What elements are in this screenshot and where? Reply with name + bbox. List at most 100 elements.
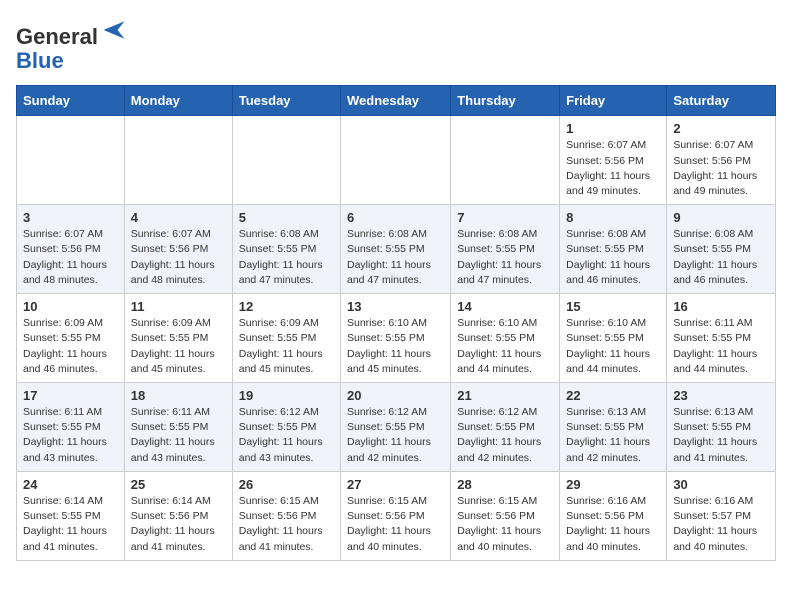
calendar-cell: 20Sunrise: 6:12 AM Sunset: 5:55 PM Dayli… — [341, 383, 451, 472]
calendar-cell: 28Sunrise: 6:15 AM Sunset: 5:56 PM Dayli… — [451, 471, 560, 560]
day-number: 14 — [457, 299, 553, 314]
calendar-week-row: 3 Sunrise: 6:07 AM Sunset: 5:56 PM Daylig… — [17, 205, 776, 294]
calendar-cell: 10 Sunrise: 6:09 AM Sunset: 5:55 PM Dayli… — [17, 294, 125, 383]
calendar-cell: 21 Sunrise: 6:12 AM Sunset: 5:55 PM Dayli… — [451, 383, 560, 472]
calendar-cell: 14 Sunrise: 6:10 AM Sunset: 5:55 PM Dayli… — [451, 294, 560, 383]
cell-sun-info: Sunrise: 6:07 AM Sunset: 5:56 PM Dayligh… — [131, 227, 226, 288]
day-number: 20 — [347, 388, 444, 403]
calendar-cell: 11Sunrise: 6:09 AM Sunset: 5:55 PM Dayli… — [124, 294, 232, 383]
cell-sun-info: Sunrise: 6:14 AM Sunset: 5:55 PM Dayligh… — [23, 494, 118, 555]
cell-sun-info: Sunrise: 6:07 AM Sunset: 5:56 PM Dayligh… — [23, 227, 118, 288]
calendar-cell: 16 Sunrise: 6:11 AM Sunset: 5:55 PM Dayli… — [667, 294, 776, 383]
calendar-cell: 9 Sunrise: 6:08 AM Sunset: 5:55 PM Daylig… — [667, 205, 776, 294]
calendar-table: SundayMondayTuesdayWednesdayThursdayFrid… — [16, 85, 776, 560]
logo-text: General Blue — [16, 16, 128, 73]
cell-sun-info: Sunrise: 6:15 AM Sunset: 5:56 PM Dayligh… — [457, 494, 553, 555]
day-number: 17 — [23, 388, 118, 403]
calendar-cell: 15 Sunrise: 6:10 AM Sunset: 5:55 PM Dayli… — [560, 294, 667, 383]
calendar-cell: 17 Sunrise: 6:11 AM Sunset: 5:55 PM Dayli… — [17, 383, 125, 472]
cell-sun-info: Sunrise: 6:11 AM Sunset: 5:55 PM Dayligh… — [131, 405, 226, 466]
calendar-cell: 24 Sunrise: 6:14 AM Sunset: 5:55 PM Dayli… — [17, 471, 125, 560]
day-number: 4 — [131, 210, 226, 225]
cell-sun-info: Sunrise: 6:16 AM Sunset: 5:57 PM Dayligh… — [673, 494, 769, 555]
calendar-cell: 23 Sunrise: 6:13 AM Sunset: 5:55 PM Dayli… — [667, 383, 776, 472]
calendar-cell: 30 Sunrise: 6:16 AM Sunset: 5:57 PM Dayli… — [667, 471, 776, 560]
day-number: 18 — [131, 388, 226, 403]
day-number: 12 — [239, 299, 334, 314]
calendar-cell: 6 Sunrise: 6:08 AM Sunset: 5:55 PM Daylig… — [341, 205, 451, 294]
day-number: 6 — [347, 210, 444, 225]
cell-sun-info: Sunrise: 6:16 AM Sunset: 5:56 PM Dayligh… — [566, 494, 660, 555]
calendar-cell: 8 Sunrise: 6:08 AM Sunset: 5:55 PM Daylig… — [560, 205, 667, 294]
calendar-cell: 1 Sunrise: 6:07 AM Sunset: 5:56 PM Daylig… — [560, 116, 667, 205]
weekday-header-tuesday: Tuesday — [232, 86, 340, 116]
calendar-week-row: 24 Sunrise: 6:14 AM Sunset: 5:55 PM Dayli… — [17, 471, 776, 560]
cell-sun-info: Sunrise: 6:14 AM Sunset: 5:56 PM Dayligh… — [131, 494, 226, 555]
calendar-cell: 26 Sunrise: 6:15 AM Sunset: 5:56 PM Dayli… — [232, 471, 340, 560]
cell-sun-info: Sunrise: 6:10 AM Sunset: 5:55 PM Dayligh… — [347, 316, 444, 377]
cell-sun-info: Sunrise: 6:10 AM Sunset: 5:55 PM Dayligh… — [457, 316, 553, 377]
calendar-cell: 12Sunrise: 6:09 AM Sunset: 5:55 PM Dayli… — [232, 294, 340, 383]
cell-sun-info: Sunrise: 6:12 AM Sunset: 5:55 PM Dayligh… — [457, 405, 553, 466]
weekday-header-row: SundayMondayTuesdayWednesdayThursdayFrid… — [17, 86, 776, 116]
cell-sun-info: Sunrise: 6:12 AM Sunset: 5:55 PM Dayligh… — [239, 405, 334, 466]
cell-sun-info: Sunrise: 6:09 AM Sunset: 5:55 PM Dayligh… — [131, 316, 226, 377]
calendar-cell — [341, 116, 451, 205]
day-number: 2 — [673, 121, 769, 136]
day-number: 26 — [239, 477, 334, 492]
calendar-cell: 2 Sunrise: 6:07 AM Sunset: 5:56 PM Daylig… — [667, 116, 776, 205]
cell-sun-info: Sunrise: 6:07 AM Sunset: 5:56 PM Dayligh… — [673, 138, 769, 199]
day-number: 25 — [131, 477, 226, 492]
calendar-cell: 13 Sunrise: 6:10 AM Sunset: 5:55 PM Dayli… — [341, 294, 451, 383]
day-number: 21 — [457, 388, 553, 403]
day-number: 13 — [347, 299, 444, 314]
calendar-week-row: 1 Sunrise: 6:07 AM Sunset: 5:56 PM Daylig… — [17, 116, 776, 205]
weekday-header-friday: Friday — [560, 86, 667, 116]
cell-sun-info: Sunrise: 6:15 AM Sunset: 5:56 PM Dayligh… — [239, 494, 334, 555]
weekday-header-saturday: Saturday — [667, 86, 776, 116]
logo: General Blue — [16, 16, 128, 73]
day-number: 10 — [23, 299, 118, 314]
day-number: 9 — [673, 210, 769, 225]
weekday-header-thursday: Thursday — [451, 86, 560, 116]
cell-sun-info: Sunrise: 6:08 AM Sunset: 5:55 PM Dayligh… — [347, 227, 444, 288]
logo-bird-icon — [100, 16, 128, 44]
day-number: 3 — [23, 210, 118, 225]
calendar-week-row: 17 Sunrise: 6:11 AM Sunset: 5:55 PM Dayli… — [17, 383, 776, 472]
calendar-cell: 4 Sunrise: 6:07 AM Sunset: 5:56 PM Daylig… — [124, 205, 232, 294]
day-number: 27 — [347, 477, 444, 492]
calendar-cell: 29 Sunrise: 6:16 AM Sunset: 5:56 PM Dayli… — [560, 471, 667, 560]
day-number: 15 — [566, 299, 660, 314]
day-number: 22 — [566, 388, 660, 403]
day-number: 8 — [566, 210, 660, 225]
logo-blue: Blue — [16, 48, 64, 73]
cell-sun-info: Sunrise: 6:09 AM Sunset: 5:55 PM Dayligh… — [23, 316, 118, 377]
cell-sun-info: Sunrise: 6:08 AM Sunset: 5:55 PM Dayligh… — [239, 227, 334, 288]
calendar-cell: 22Sunrise: 6:13 AM Sunset: 5:55 PM Dayli… — [560, 383, 667, 472]
calendar-cell: 19 Sunrise: 6:12 AM Sunset: 5:55 PM Dayli… — [232, 383, 340, 472]
day-number: 29 — [566, 477, 660, 492]
calendar-cell: 18 Sunrise: 6:11 AM Sunset: 5:55 PM Dayli… — [124, 383, 232, 472]
cell-sun-info: Sunrise: 6:11 AM Sunset: 5:55 PM Dayligh… — [673, 316, 769, 377]
cell-sun-info: Sunrise: 6:08 AM Sunset: 5:55 PM Dayligh… — [457, 227, 553, 288]
day-number: 23 — [673, 388, 769, 403]
weekday-header-wednesday: Wednesday — [341, 86, 451, 116]
logo-general: General — [16, 24, 98, 49]
cell-sun-info: Sunrise: 6:08 AM Sunset: 5:55 PM Dayligh… — [566, 227, 660, 288]
day-number: 1 — [566, 121, 660, 136]
day-number: 5 — [239, 210, 334, 225]
cell-sun-info: Sunrise: 6:10 AM Sunset: 5:55 PM Dayligh… — [566, 316, 660, 377]
day-number: 16 — [673, 299, 769, 314]
cell-sun-info: Sunrise: 6:13 AM Sunset: 5:55 PM Dayligh… — [673, 405, 769, 466]
cell-sun-info: Sunrise: 6:08 AM Sunset: 5:55 PM Dayligh… — [673, 227, 769, 288]
cell-sun-info: Sunrise: 6:07 AM Sunset: 5:56 PM Dayligh… — [566, 138, 660, 199]
weekday-header-monday: Monday — [124, 86, 232, 116]
calendar-cell — [17, 116, 125, 205]
day-number: 19 — [239, 388, 334, 403]
day-number: 30 — [673, 477, 769, 492]
day-number: 24 — [23, 477, 118, 492]
calendar-cell: 25 Sunrise: 6:14 AM Sunset: 5:56 PM Dayli… — [124, 471, 232, 560]
calendar-cell — [232, 116, 340, 205]
cell-sun-info: Sunrise: 6:11 AM Sunset: 5:55 PM Dayligh… — [23, 405, 118, 466]
calendar-cell — [451, 116, 560, 205]
